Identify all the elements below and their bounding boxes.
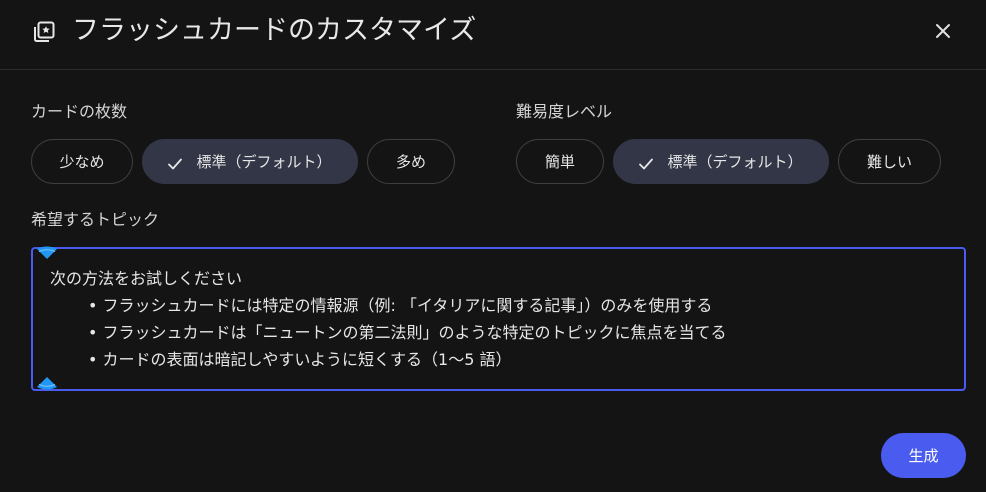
- chip-label: 標準（デフォルト）: [667, 153, 803, 171]
- card-count-label: カードの枚数: [31, 102, 128, 121]
- topic-bullet: • フラッシュカードは「ニュートンの第二法則」のような特定のトピックに焦点を当て…: [88, 323, 727, 342]
- selection-start-handle-icon[interactable]: [36, 245, 58, 259]
- generate-button[interactable]: 生成: [881, 433, 966, 478]
- difficulty-option-hard[interactable]: 難しい: [838, 139, 941, 184]
- difficulty-label: 難易度レベル: [516, 102, 613, 121]
- checkmark-icon: [639, 156, 654, 169]
- checkmark-icon: [168, 156, 183, 169]
- close-icon[interactable]: [935, 23, 951, 43]
- topic-placeholder: 次の方法をお試しください • フラッシュカードには特定の情報源（例: 「イタリア…: [50, 265, 727, 373]
- topic-label: 希望するトピック: [31, 210, 160, 229]
- topic-textarea[interactable]: 次の方法をお試しください • フラッシュカードには特定の情報源（例: 「イタリア…: [31, 247, 966, 391]
- chip-label: 標準（デフォルト）: [196, 153, 332, 171]
- card-count-option-standard[interactable]: 標準（デフォルト）: [142, 139, 358, 184]
- selection-end-handle-icon[interactable]: [36, 375, 58, 390]
- dialog-title: フラッシュカードのカスタマイズ: [72, 15, 477, 46]
- difficulty-option-standard[interactable]: 標準（デフォルト）: [613, 139, 829, 184]
- dialog-header: フラッシュカードのカスタマイズ: [0, 0, 986, 70]
- card-count-option-few[interactable]: 少なめ: [31, 139, 133, 184]
- topic-bullet: • フラッシュカードには特定の情報源（例: 「イタリアに関する記事」）のみを使用…: [88, 296, 713, 315]
- chip-label: 多め: [395, 153, 426, 171]
- chip-label: 難しい: [866, 153, 912, 171]
- difficulty-option-easy[interactable]: 簡単: [516, 139, 604, 184]
- chip-label: 簡単: [544, 153, 575, 171]
- close-button[interactable]: [926, 16, 960, 50]
- topic-bullet: • カードの表面は暗記しやすいように短くする（1〜5 語）: [88, 350, 512, 369]
- topic-intro: 次の方法をお試しください: [50, 269, 243, 288]
- flashcard-customize-dialog: フラッシュカードのカスタマイズ カードの枚数 少なめ 標準（デフォルト） 多め …: [0, 0, 986, 492]
- card-count-option-many[interactable]: 多め: [367, 139, 455, 184]
- flashcard-stack-icon: [32, 20, 56, 44]
- chip-label: 少なめ: [59, 153, 105, 171]
